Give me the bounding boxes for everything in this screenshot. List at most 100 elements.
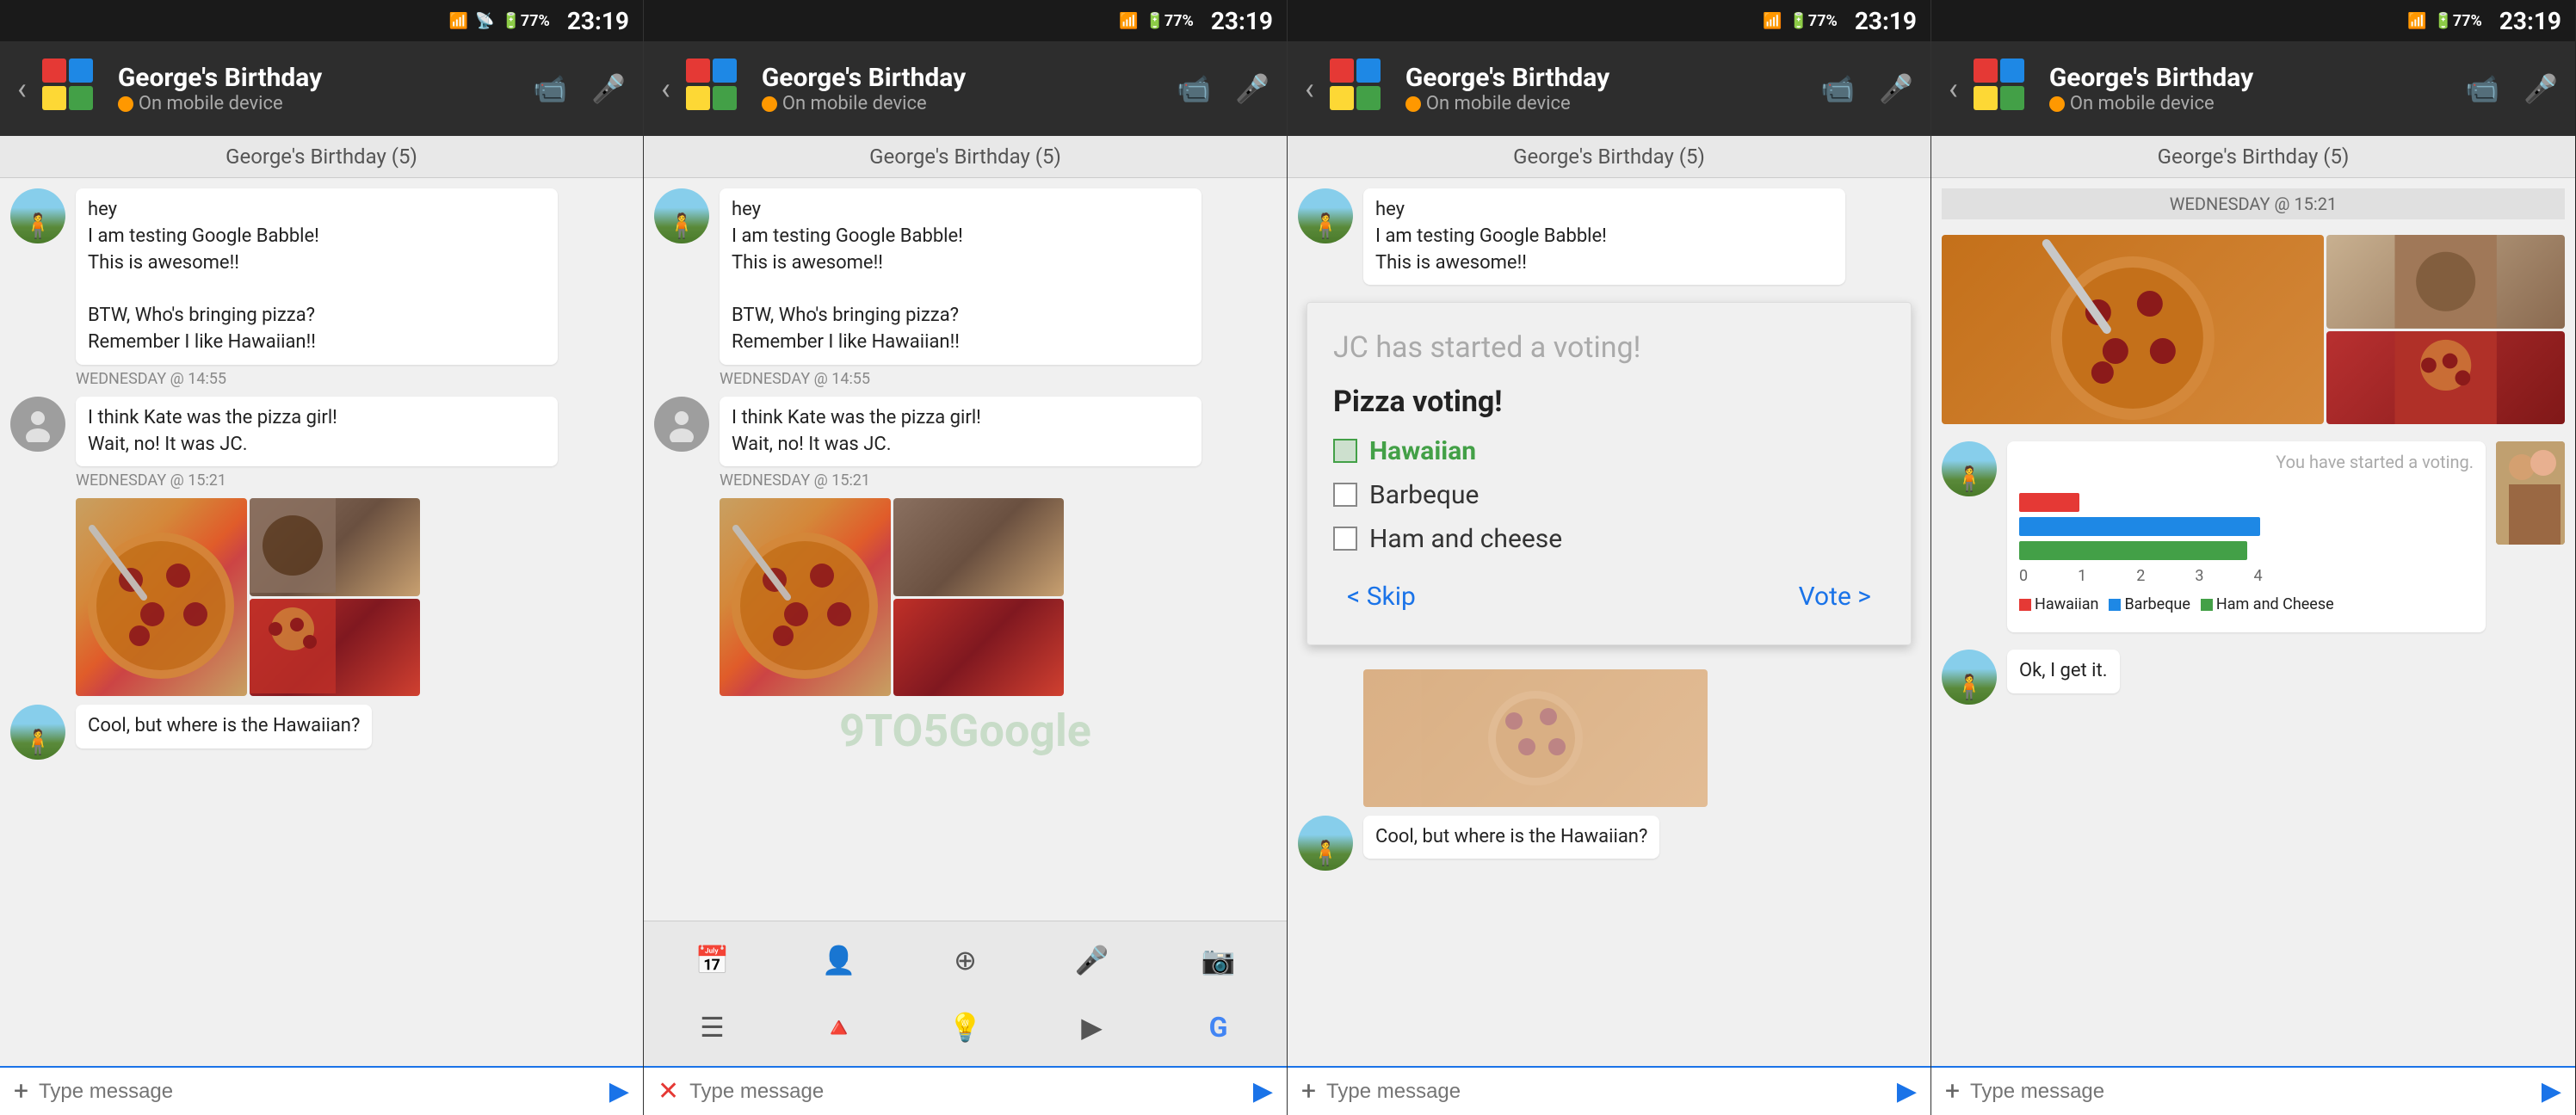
send-button-2[interactable]: ▶ <box>1253 1076 1273 1106</box>
message-text-1: heyI am testing Google Babble!This is aw… <box>88 199 319 353</box>
message-row-3a: 🧍 heyI am testing Google Babble!This is … <box>1298 188 1920 285</box>
checkbox-barbeque[interactable] <box>1333 483 1357 507</box>
header-actions-4: 📹 🎤 <box>2465 72 2558 105</box>
status-icons-4: 📶 🔋77% <box>2407 12 2482 30</box>
mic-icon-4[interactable]: 🎤 <box>2523 72 2558 105</box>
header-sub-1: On mobile device <box>118 93 518 114</box>
add-button-4[interactable]: + <box>1945 1076 1960 1106</box>
back-button-2[interactable]: ‹ <box>661 71 670 107</box>
battery-icon: 🔋77% <box>501 12 549 30</box>
status-bar-2: 📶 🔋77% 23:19 <box>644 0 1287 41</box>
attach-calendar[interactable]: 📅 <box>652 930 772 990</box>
app-icon-3 <box>1330 59 1390 119</box>
add-button-3[interactable]: + <box>1301 1076 1316 1106</box>
message-content-1: heyI am testing Google Babble!This is aw… <box>76 188 633 388</box>
attach-list[interactable]: ☰ <box>652 997 772 1057</box>
back-button-3[interactable]: ‹ <box>1305 71 1314 107</box>
pizza-main-image <box>76 498 247 696</box>
video-icon-1[interactable]: 📹 <box>533 72 567 105</box>
online-dot-1 <box>118 96 133 112</box>
attach-person[interactable]: 👤 <box>779 930 899 990</box>
attachment-menu: 📅 👤 ⊕ 🎤 📷 ☰ 🔺 💡 ▶ G <box>644 921 1287 1066</box>
vote-option-ham[interactable]: Ham and cheese <box>1333 524 1885 554</box>
panel-1: 📶 📡 🔋77% 23:19 ‹ George's Birthday On mo… <box>0 0 644 1115</box>
app-header-3: ‹ George's Birthday On mobile device 📹 🎤 <box>1288 41 1930 136</box>
legend-hawaiian: Hawaiian <box>2019 594 2098 615</box>
vote-option-barbeque[interactable]: Barbeque <box>1333 480 1885 510</box>
header-actions-3: 📹 🎤 <box>1820 72 1913 105</box>
input-bar-3: + ▶ <box>1288 1066 1930 1115</box>
chat-area-2[interactable]: 🧍 heyI am testing Google Babble!This is … <box>644 178 1287 921</box>
message-input-2[interactable] <box>689 1080 1243 1104</box>
chat-area-4[interactable]: WEDNESDAY @ 15:21 <box>1931 178 2575 1066</box>
image-row-2 <box>654 498 1276 696</box>
skip-button[interactable]: < Skip <box>1333 575 1430 619</box>
header-sub-4: On mobile device <box>2049 93 2450 114</box>
message-time-1: WEDNESDAY @ 14:55 <box>76 370 633 388</box>
pizza-top-image <box>250 498 421 596</box>
message-row-4c: 🧍 Ok, I get it. <box>1942 650 2565 705</box>
checkbox-hawaiian[interactable] <box>1333 439 1357 463</box>
back-button-4[interactable]: ‹ <box>1949 71 1958 107</box>
message-row-1: 🧍 heyI am testing Google Babble!This is … <box>10 188 633 388</box>
header-sub-2: On mobile device <box>762 93 1162 114</box>
time-display-4: 23:19 <box>2499 7 2561 35</box>
video-icon-3[interactable]: 📹 <box>1820 72 1855 105</box>
vote-label-hawaiian: Hawaiian <box>1369 436 1476 466</box>
status-bar-1: 📶 📡 🔋77% 23:19 <box>0 0 643 41</box>
icon-sq-red <box>42 59 66 83</box>
attach-google[interactable]: G <box>1158 997 1278 1057</box>
avatar-3: 🧍 <box>10 705 65 760</box>
mic-icon-3[interactable]: 🎤 <box>1879 72 1913 105</box>
image-grid-4 <box>1942 235 2565 424</box>
send-button-4[interactable]: ▶ <box>2542 1076 2561 1106</box>
back-button-1[interactable]: ‹ <box>17 71 27 107</box>
send-button-3[interactable]: ▶ <box>1897 1076 1917 1106</box>
message-input-4[interactable] <box>1970 1080 2531 1104</box>
video-icon-4[interactable]: 📹 <box>2465 72 2499 105</box>
vote-button[interactable]: Vote > <box>1785 575 1885 619</box>
status-icons-2: 📶 🔋77% <box>1119 12 1194 30</box>
group-title-bar-4: George's Birthday (5) <box>1931 136 2575 178</box>
checkbox-ham[interactable] <box>1333 527 1357 551</box>
video-icon-2[interactable]: 📹 <box>1177 72 1211 105</box>
attach-play[interactable]: ▶ <box>1032 997 1152 1057</box>
attach-location[interactable]: ⊕ <box>905 930 1025 990</box>
panel-3: 📶 🔋77% 23:19 ‹ George's Birthday On mobi… <box>1288 0 1931 1115</box>
mic-icon-1[interactable]: 🎤 <box>591 72 626 105</box>
pizza-main-4 <box>1942 235 2324 424</box>
header-text-4: George's Birthday On mobile device <box>2049 63 2450 114</box>
attach-drive[interactable]: 🔺 <box>779 997 899 1057</box>
vote-actions: < Skip Vote > <box>1333 575 1885 619</box>
icon-sq-blue <box>69 59 93 83</box>
pizza-bottom-image <box>250 599 421 697</box>
results-row: 🧍 You have started a voting. <box>1942 441 2565 632</box>
attach-camera[interactable]: 📷 <box>1158 930 1278 990</box>
battery-icon-4: 🔋77% <box>2433 12 2481 30</box>
bar-row-blue <box>2019 517 2474 536</box>
panel-4: 📶 🔋77% 23:19 ‹ George's Birthday On mobi… <box>1931 0 2575 1115</box>
chat-area-1[interactable]: 🧍 heyI am testing Google Babble!This is … <box>0 178 643 1066</box>
message-bubble-3: Cool, but where is the Hawaiian? <box>76 705 372 748</box>
mic-icon-2[interactable]: 🎤 <box>1235 72 1269 105</box>
add-button-1[interactable]: + <box>14 1076 28 1106</box>
chat-area-3[interactable]: 🧍 heyI am testing Google Babble!This is … <box>1288 178 1930 1066</box>
status-bar-4: 📶 🔋77% 23:19 <box>1931 0 2575 41</box>
message-input-3[interactable] <box>1326 1080 1887 1104</box>
legend-ham: Ham and Cheese <box>2201 594 2334 615</box>
header-text-2: George's Birthday On mobile device <box>762 63 1162 114</box>
attach-idea[interactable]: 💡 <box>905 997 1025 1057</box>
attach-mic[interactable]: 🎤 <box>1032 930 1152 990</box>
vote-option-hawaiian[interactable]: Hawaiian <box>1333 436 1885 466</box>
image-grid-1 <box>76 498 420 696</box>
icon-sq-green <box>69 86 93 110</box>
close-button-2[interactable]: ✕ <box>658 1076 679 1106</box>
you-started-text: You have started a voting. <box>2019 450 2474 474</box>
header-title-1: George's Birthday <box>118 63 518 93</box>
time-display-2: 23:19 <box>1211 7 1273 35</box>
message-text-2: I think Kate was the pizza girl!Wait, no… <box>88 407 337 455</box>
send-button-1[interactable]: ▶ <box>609 1076 629 1106</box>
voting-title: Pizza voting! <box>1333 385 1885 419</box>
bar-chart: 0 1 2 3 4 Hawaiian <box>2019 479 2474 624</box>
message-input-1[interactable] <box>39 1080 599 1104</box>
